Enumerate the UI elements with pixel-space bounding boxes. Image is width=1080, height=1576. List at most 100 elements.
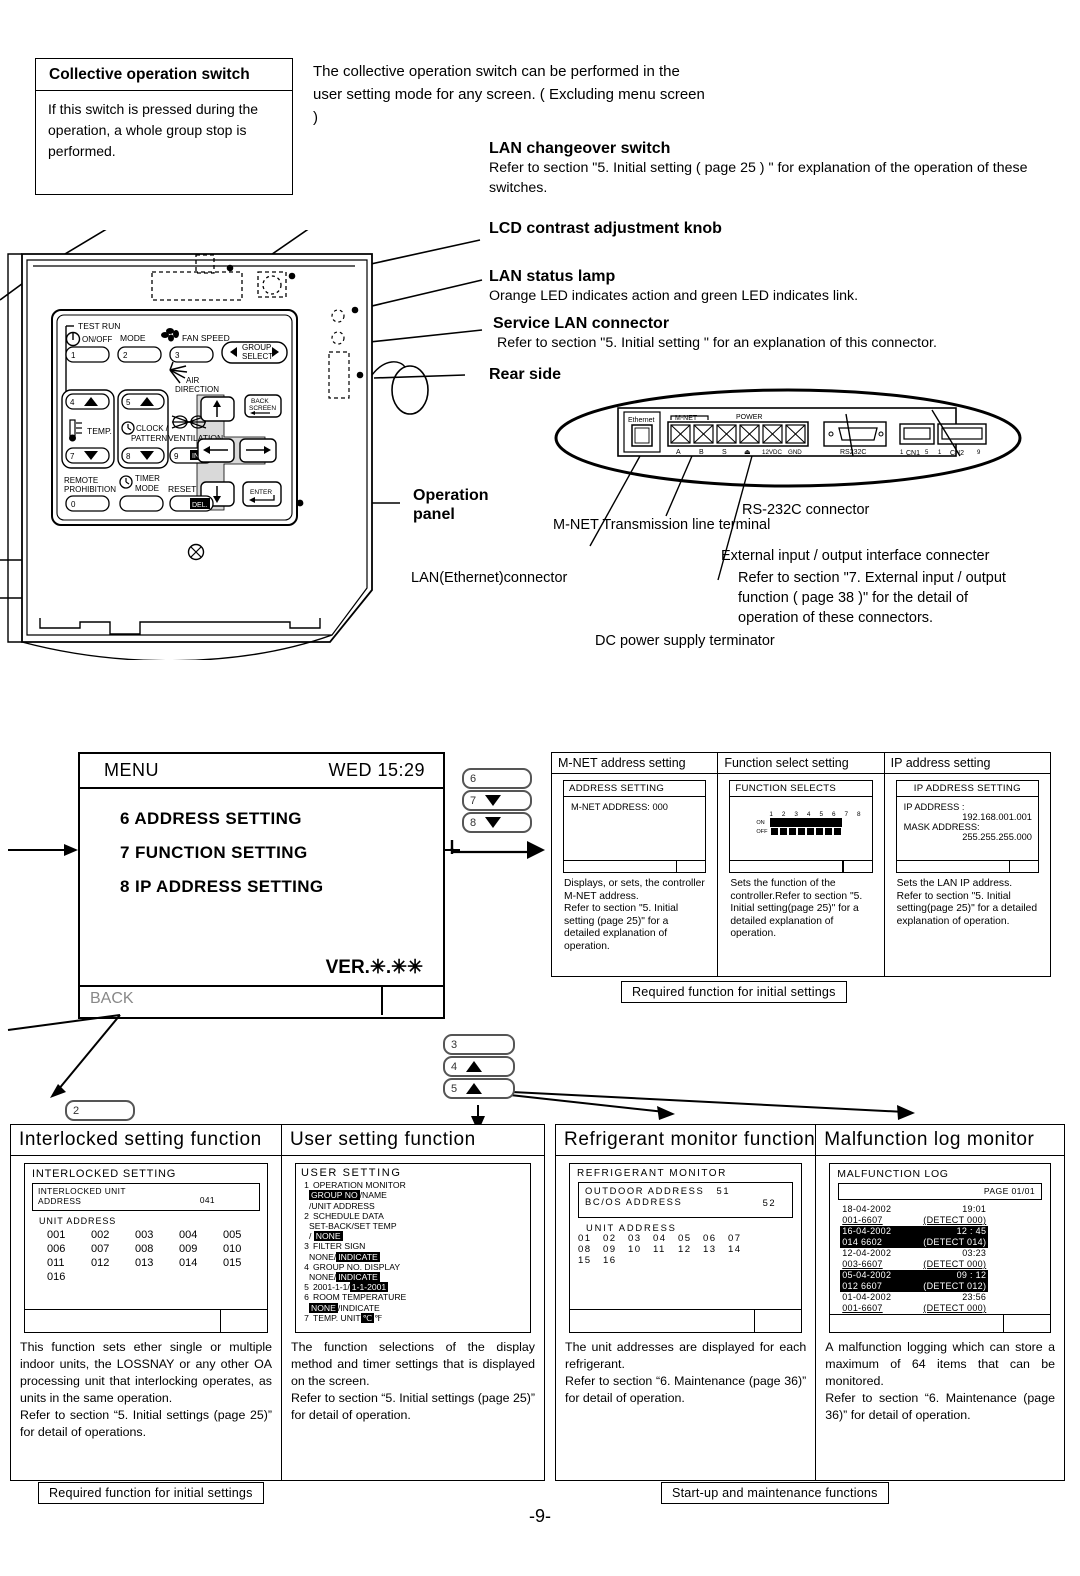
key-8[interactable]: 8 xyxy=(462,812,532,833)
column-function-select-setting: Function select setting FUNCTION SELECTS… xyxy=(718,753,885,976)
page-indicator: PAGE 01/01 xyxy=(983,1186,1035,1196)
svg-text:A: A xyxy=(676,449,681,456)
panel-note: A malfunction logging which can store a … xyxy=(825,1340,1055,1422)
column-note: Sets the LAN IP address. Refer to sectio… xyxy=(896,878,1038,927)
key-4[interactable]: 4 xyxy=(443,1056,515,1077)
log-entry[interactable]: 18-04-2002 19:01 001-6607 (DETECT 000) xyxy=(840,1204,988,1226)
panel-malfunction-log: Malfunction log monitor MALFUNCTION LOG … xyxy=(816,1125,1064,1480)
key-6[interactable]: 6 xyxy=(462,768,532,789)
key-3[interactable]: 3 xyxy=(443,1034,515,1055)
callout-lan-changeover: LAN changeover switch Refer to section "… xyxy=(489,140,1049,198)
panel-header: User setting function xyxy=(282,1125,544,1156)
page-number: -9- xyxy=(529,1506,551,1526)
user-setting-value: GROUP NO/NAME xyxy=(309,1190,387,1201)
svg-text:FAN SPEED: FAN SPEED xyxy=(182,333,230,343)
screen-footer xyxy=(570,1309,802,1332)
svg-text:TEMP.: TEMP. xyxy=(87,426,112,436)
callout-body: Refer to section "5. Initial setting " f… xyxy=(497,335,937,351)
address-cell: 02 xyxy=(603,1233,617,1244)
log-code: 001-6607 xyxy=(842,1215,883,1225)
svg-text:BACK: BACK xyxy=(251,398,269,405)
mask-address-label: MASK ADDRESS: xyxy=(903,822,980,832)
column-ip-address-setting: IP address setting IP ADDRESS SETTING IP… xyxy=(884,753,1050,976)
column-body: FUNCTION SELECTS 1 2 3 4 5 6 7 8 ON OFF xyxy=(718,774,883,976)
column-body: IP ADDRESS SETTING IP ADDRESS : 192.168.… xyxy=(885,774,1050,976)
column-body: ADDRESS SETTING M-NET ADDRESS: 000 Displ… xyxy=(552,774,717,976)
svg-text:Ethernet: Ethernet xyxy=(628,417,655,424)
dip-numbers: 1 2 3 4 5 6 7 8 xyxy=(769,811,865,818)
lcd-title: ADDRESS SETTING xyxy=(564,781,706,797)
lcd-footer xyxy=(730,860,872,872)
screen-interlocked-setting: INTERLOCKED SETTING INTERLOCKED UNIT ADD… xyxy=(24,1163,268,1333)
callout-body: Refer to section "5. Initial setting ( p… xyxy=(489,160,1028,196)
interlocked-unit-address-box: INTERLOCKED UNIT ADDRESS 041 xyxy=(32,1183,260,1211)
page-indicator-box: PAGE 01/01 xyxy=(838,1183,1042,1200)
ip-address-label: IP ADDRESS : xyxy=(903,802,965,812)
key-5[interactable]: 5 xyxy=(443,1078,515,1099)
chevron-down-icon xyxy=(485,817,502,828)
panel-body: USER SETTING 1 OPERATION MONITOR GROUP NO… xyxy=(282,1156,544,1333)
log-time: 19:01 xyxy=(962,1204,987,1214)
svg-text:SCREEN: SCREEN xyxy=(249,405,276,412)
dip-switch-bank[interactable]: 1 2 3 4 5 6 7 8 ON OFF xyxy=(756,811,864,837)
svg-text:2: 2 xyxy=(123,351,128,360)
address-cell: 015 xyxy=(223,1257,242,1269)
log-time: 23:56 xyxy=(962,1292,987,1302)
svg-text:7: 7 xyxy=(70,452,75,461)
rear-callout-dc-power: DC power supply terminator xyxy=(595,633,775,649)
address-cell: 03 xyxy=(628,1233,642,1244)
address-cell: 05 xyxy=(678,1233,692,1244)
user-setting-row: 3 FILTER SIGN xyxy=(304,1241,366,1252)
address-cell: 001 xyxy=(47,1229,66,1241)
unit-address-label: UNIT ADDRESS xyxy=(39,1216,117,1226)
dip-labels: ON OFF xyxy=(756,818,767,837)
banner-required-initial-bottom: Required function for initial settings xyxy=(38,1482,264,1504)
log-time: 12 : 45 xyxy=(956,1226,987,1236)
mnet-address-value: M-NET ADDRESS: 000 xyxy=(571,802,668,812)
address-cell: 002 xyxy=(91,1229,110,1241)
log-entry[interactable]: 12-04-2002 03:23 003-6607 (DETECT 000) xyxy=(840,1248,988,1270)
address-cell: 005 xyxy=(223,1229,242,1241)
user-setting-value: NONE/INDICATE xyxy=(309,1272,380,1283)
log-entry[interactable]: 05-04-2002 09 : 12 012 6607 (DETECT 012) xyxy=(840,1270,989,1292)
address-cell: 04 xyxy=(653,1233,667,1244)
svg-text:8: 8 xyxy=(126,452,131,461)
address-cell: 13 xyxy=(703,1244,717,1255)
svg-text:4: 4 xyxy=(70,398,75,407)
column-header: IP address setting xyxy=(884,753,1050,774)
panel-note: The function selections of the display m… xyxy=(291,1340,535,1422)
log-list: 18-04-2002 19:01 001-6607 (DETECT 000) 16-… xyxy=(830,1200,1050,1314)
address-cell: 011 xyxy=(47,1257,65,1269)
svg-text:DIRECTION: DIRECTION xyxy=(175,385,219,394)
bcos-address-value: 52 xyxy=(762,1197,777,1208)
collective-switch-title: Collective operation switch xyxy=(36,59,292,91)
svg-text:CLOCK /: CLOCK / xyxy=(136,424,169,433)
bcos-address-label: BC/OS ADDRESS xyxy=(585,1196,683,1207)
address-cell: 003 xyxy=(135,1229,154,1241)
screen-refrigerant-monitor: REFRIGERANT MONITOR OUTDOOR ADDRESS 51 B… xyxy=(569,1163,803,1333)
svg-text:0: 0 xyxy=(71,500,76,509)
svg-text:S: S xyxy=(722,449,727,456)
outdoor-address-label: OUTDOOR ADDRESS xyxy=(585,1185,705,1196)
panel-body: INTERLOCKED SETTING INTERLOCKED UNIT ADD… xyxy=(11,1156,281,1333)
log-entry[interactable]: 01-04-2002 23:56 001-6607 (DETECT 000) xyxy=(840,1292,988,1314)
collective-operation-switch-callout: Collective operation switch If this swit… xyxy=(35,58,293,195)
rear-callout-mnet: M-NET Transmission line terminal xyxy=(553,517,771,533)
callout-title: LCD contrast adjustment knob xyxy=(489,220,722,237)
column-note: Sets the function of the controller.Refe… xyxy=(730,878,863,940)
dip-off-row xyxy=(769,827,842,836)
panel-user-setting: User setting function USER SETTING 1 OPER… xyxy=(282,1125,544,1480)
svg-text:9: 9 xyxy=(977,450,981,456)
svg-text:RESET: RESET xyxy=(168,484,196,494)
unit-address-grid: 01 02 03 04 05 06 07 08 09 10 11 12 13 14 15 16 xyxy=(570,1233,801,1266)
screen-footer xyxy=(830,1314,1050,1332)
log-entry[interactable]: 16-04-2002 12 : 45 014 6602 (DETECT 014) xyxy=(840,1226,989,1248)
address-cell: 07 xyxy=(728,1233,742,1244)
user-setting-value: / NONE xyxy=(309,1231,343,1242)
key-7[interactable]: 7 xyxy=(462,790,532,811)
column-header: M-NET address setting xyxy=(552,753,718,774)
log-code: 014 6602 xyxy=(842,1237,883,1247)
address-cell: 007 xyxy=(91,1243,110,1255)
key-2[interactable]: 2 xyxy=(65,1100,135,1121)
chevron-up-icon xyxy=(466,1083,483,1094)
